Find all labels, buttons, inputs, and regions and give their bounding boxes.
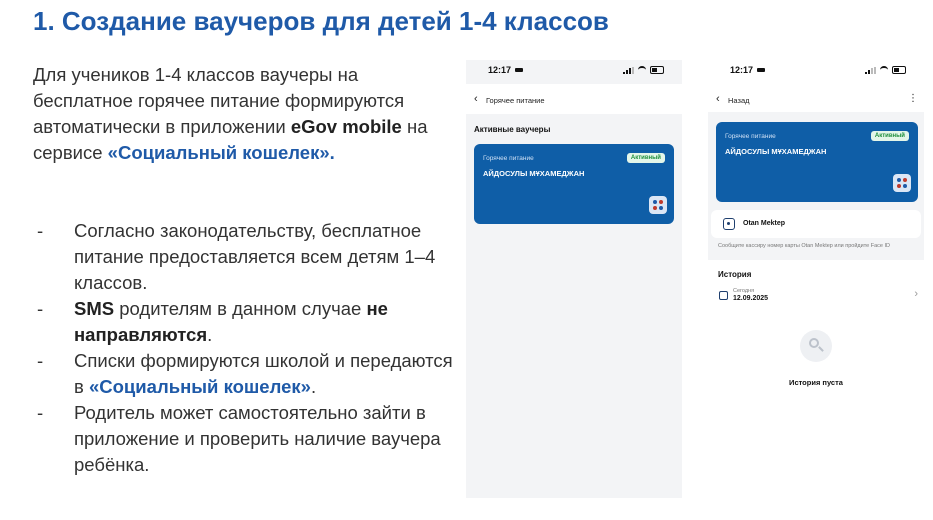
bullet-text: SMS родителям в данном случае не направл… [74,296,453,348]
bullet-dash: - [37,350,44,371]
bullet-sms: SMS [74,298,115,319]
list-item: - Списки формируются школой и передаются… [33,348,453,400]
list-item: - Родитель может самостоятельно зайти в … [33,400,453,478]
signal-icon [623,66,634,74]
bullet-text: Родитель может самостоятельно зайти в пр… [74,402,441,475]
history-date: 12.09.2025 [733,295,769,302]
battery-icon [892,66,906,74]
status-bar: 12:17 [708,60,924,84]
bullet-mid: родителям в данном случае [114,298,367,319]
voucher-card[interactable]: Горячее питание АЙДОСУЛЫ МҰХАМЕДЖАН Акти… [474,144,674,224]
apps-icon [649,196,667,214]
signal-icon [865,66,876,74]
search-icon [800,330,832,362]
face-id-icon [723,218,735,230]
bullet-dash: - [37,298,44,319]
bullet-text: Согласно законодательству, бесплатное пи… [74,220,436,293]
battery-icon [650,66,664,74]
wifi-icon [638,66,646,74]
chevron-right-icon[interactable]: › [914,288,918,300]
otan-mektep-label: Otan Mektep [743,220,786,227]
apps-icon [893,174,911,192]
intro-app-name: eGov mobile [290,116,402,137]
nav-title: Горячее питание [486,96,545,105]
history-heading: История [718,270,752,279]
list-item: - Согласно законодательству, бесплатное … [33,218,453,296]
bullet-service: «Социальный кошелек» [88,376,311,397]
car-icon [757,68,765,72]
chevron-left-icon[interactable]: ‹ [716,94,720,105]
status-badge: Активный [870,131,909,141]
status-time: 12:17 [488,65,512,75]
phone-screenshot-vouchers: 12:17 ‹ Горячее питание Активные ваучеры… [466,60,682,498]
calendar-icon [719,291,728,300]
card-name: АЙДОСУЛЫ МҰХАМЕДЖАН [725,147,827,156]
intro-service: «Социальный кошелек». [107,142,335,163]
car-icon [515,68,523,72]
status-time: 12:17 [730,65,754,75]
list-item: - SMS родителям в данном случае не напра… [33,296,453,348]
page-title: 1. Создание ваучеров для детей 1-4 класс… [33,6,609,36]
wifi-icon [880,66,888,74]
card-subtitle: Горячее питание [725,133,776,140]
bullet-text: Списки формируются школой и передаются в… [74,348,453,400]
bullet-end: . [310,376,317,397]
history-sub: Сегодня [733,288,755,294]
phone-screenshot-voucher-detail: 12:17 ‹ Назад ⋮ Горячее питание АЙДОСУЛЫ… [708,60,924,498]
card-subtitle: Горячее питание [483,155,534,162]
bullet-dash: - [37,402,44,423]
back-button[interactable]: Назад [728,96,750,105]
hint-text: Сообщите кассиру номер карты Otan Mektep… [718,243,891,249]
status-bar: 12:17 [466,60,682,84]
bullet-dash: - [37,220,44,241]
status-badge: Активный [626,153,665,163]
nav-bar: ‹ Горячее питание [466,90,682,110]
otan-mektep-row[interactable]: Otan Mektep [711,210,921,238]
card-name: АЙДОСУЛЫ МҰХАМЕДЖАН [483,169,585,178]
more-icon[interactable]: ⋮ [908,93,918,104]
chevron-left-icon[interactable]: ‹ [474,94,478,105]
nav-bar: ‹ Назад ⋮ [708,90,924,110]
history-section[interactable]: История Сегодня 12.09.2025 › [708,260,924,312]
section-heading: Активные ваучеры [474,125,551,134]
empty-state-text: История пуста [789,378,843,387]
status-icons [623,66,664,74]
bullet-end: . [207,324,213,345]
status-icons [865,66,906,74]
voucher-card: Горячее питание АЙДОСУЛЫ МҰХАМЕДЖАН Акти… [716,122,918,202]
intro-paragraph: Для учеников 1-4 классов ваучеры на бесп… [33,62,433,166]
bullet-list: - Согласно законодательству, бесплатное … [33,218,453,478]
